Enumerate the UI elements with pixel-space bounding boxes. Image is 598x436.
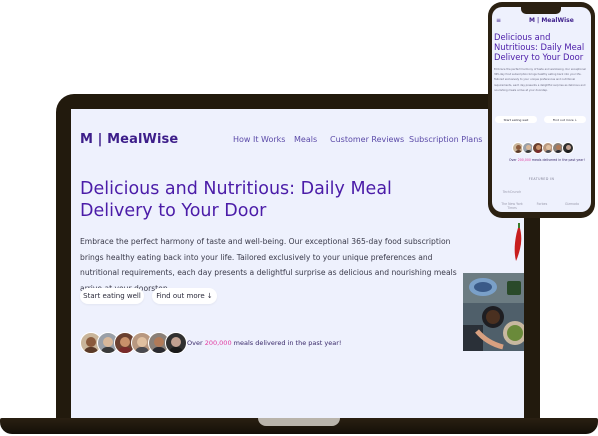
nav-customer-reviews[interactable]: Customer Reviews bbox=[330, 135, 404, 144]
mobile-find-out-more-button[interactable]: Find out more ↓ bbox=[544, 116, 586, 123]
hero-title: Delicious and Nutritious: Daily Meal Del… bbox=[80, 179, 392, 221]
nav-meals[interactable]: Meals bbox=[294, 135, 317, 144]
featured-logo bbox=[558, 190, 586, 194]
food-photo bbox=[463, 273, 524, 351]
phone-screen: ≡ M | MealWise Delicious and Nutritious:… bbox=[492, 7, 591, 212]
mobile-hero-title: Delicious and Nutritious: Daily Meal Del… bbox=[494, 32, 585, 62]
chili-decoration bbox=[514, 223, 522, 261]
featured-logo: The New York Times bbox=[501, 202, 523, 210]
customer-avatars bbox=[80, 332, 187, 354]
laptop-screen: M | MealWise How It Works Meals Customer… bbox=[71, 109, 524, 421]
featured-logo bbox=[528, 190, 556, 194]
mobile-start-eating-button[interactable]: Start eating well bbox=[495, 116, 537, 123]
hamburger-icon[interactable]: ≡ bbox=[496, 17, 501, 24]
phone-notch bbox=[521, 7, 561, 14]
start-eating-button[interactable]: Start eating well bbox=[80, 288, 144, 304]
mobile-meals-delivered-text: Over 200,000 meals delivered in the past… bbox=[509, 158, 585, 162]
logo[interactable]: M | MealWise bbox=[80, 132, 178, 147]
featured-logos: TechCrunch The New York Times Forbes Giz… bbox=[498, 190, 586, 212]
mobile-logo[interactable]: M | MealWise bbox=[529, 17, 574, 24]
laptop-notch bbox=[258, 418, 340, 426]
find-out-more-button[interactable]: Find out more ↓ bbox=[152, 288, 217, 304]
mobile-customer-avatars bbox=[512, 142, 574, 154]
avatar bbox=[165, 332, 187, 354]
nav-subscription-plans[interactable]: Subscription Plans bbox=[409, 135, 482, 144]
featured-logo: Gizmodo bbox=[564, 202, 580, 206]
featured-logo: TechCrunch bbox=[502, 190, 522, 194]
hero-description: Embrace the perfect harmony of taste and… bbox=[80, 237, 457, 293]
featured-in-label: FEATURED IN bbox=[528, 177, 555, 181]
meals-delivered-text: Over 200,000 meals delivered in the past… bbox=[187, 339, 342, 347]
avatar bbox=[562, 142, 574, 154]
featured-logo: Forbes bbox=[536, 202, 548, 206]
mobile-hero-description: Embrace the perfect harmony of taste and… bbox=[494, 68, 586, 92]
nav-how-it-works[interactable]: How It Works bbox=[233, 135, 285, 144]
meals-count: 200,000 bbox=[204, 339, 232, 347]
